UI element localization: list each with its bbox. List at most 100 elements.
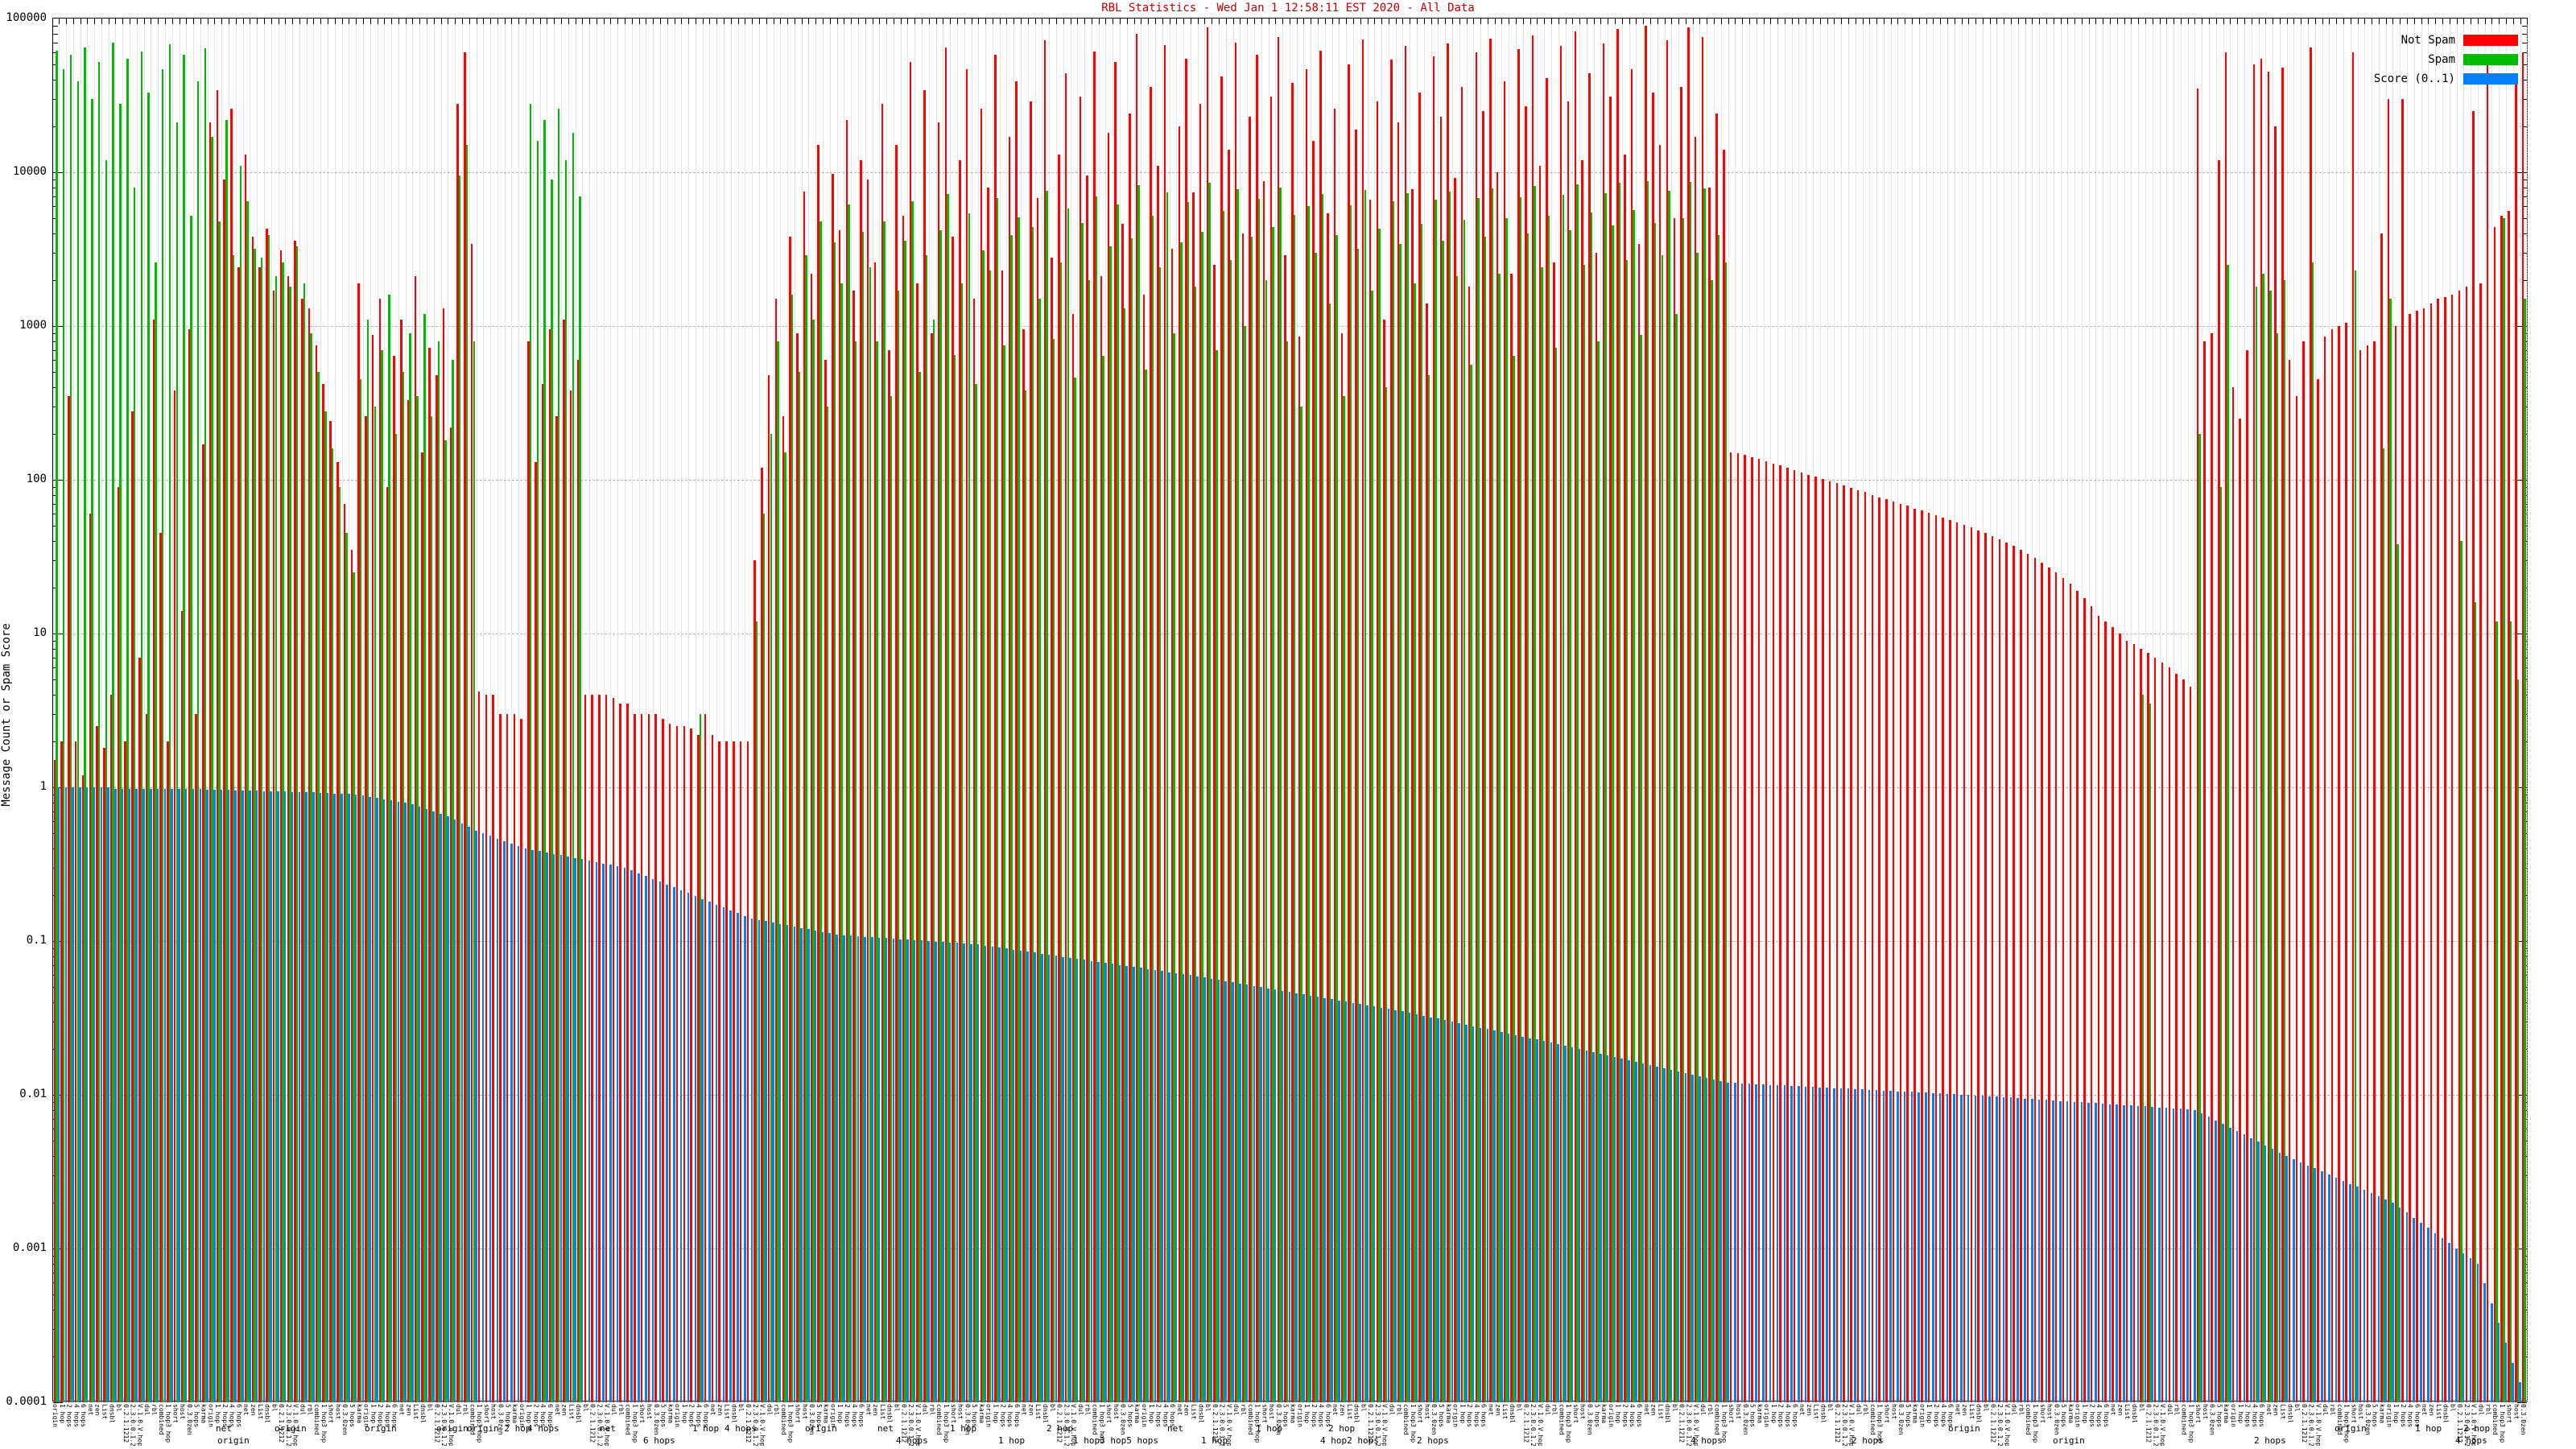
x-tick-label: 0.2.1.1212 (1989, 1404, 1997, 1443)
x-tick-label: 4 hops (1629, 1404, 1637, 1427)
bar-score (163, 789, 167, 1402)
top-tick (2032, 19, 2033, 24)
bar-score (2413, 1217, 2415, 1402)
top-tick (1324, 19, 1326, 24)
x-tick-label: short (2038, 1404, 2046, 1424)
bar-score (630, 870, 633, 1402)
top-tick (752, 19, 753, 24)
bar-score (2144, 1106, 2147, 1402)
x-tick-label: bl (1204, 1404, 1212, 1412)
bar-score (800, 927, 803, 1402)
top-tick (1225, 19, 1227, 24)
x-tick-label: 5 hops (1904, 1404, 1912, 1427)
x-tick-label: 0.3.0zen (1430, 1404, 1439, 1435)
bar-not-spam (640, 713, 643, 1402)
bar-score (440, 814, 442, 1402)
bar-score (2031, 1099, 2033, 1402)
x-tick-label: 1 hop (2081, 1404, 2089, 1424)
bar-score (305, 792, 308, 1402)
group-gridline (2477, 19, 2479, 1401)
bar-not-spam (1822, 479, 1824, 1402)
x-tick-label: bl (1360, 1404, 1368, 1412)
x-tick-label: combined (1713, 1404, 1721, 1435)
bar-score (1542, 1041, 1546, 1402)
top-tick (1438, 19, 1439, 24)
bar-score (737, 913, 739, 1402)
bar-not-spam (2437, 299, 2439, 1402)
top-tick (1544, 19, 1546, 24)
top-tick (1253, 19, 1255, 24)
top-tick (2180, 19, 2182, 24)
bar-not-spam (2465, 287, 2468, 1402)
x-tick-label: zen (1183, 1404, 1191, 1416)
top-tick (928, 19, 930, 24)
bar-score (1818, 1087, 1821, 1402)
bar-score (2299, 1162, 2302, 1402)
bar-score (1295, 993, 1298, 1402)
bar-score (2250, 1137, 2252, 1402)
bar-score (1217, 980, 1220, 1402)
bar-score (1996, 1096, 1998, 1402)
bar-score (849, 935, 852, 1402)
bar-score (291, 791, 294, 1402)
x-tick-label: rbl (1550, 1404, 1558, 1416)
x-tick-label: zen (716, 1404, 724, 1416)
x-tick-label: net (865, 1404, 873, 1416)
bar-score (1493, 1030, 1496, 1402)
bar-score (397, 801, 399, 1402)
x-tick-label: zen (250, 1404, 257, 1416)
x-label-fragment: origin (365, 1423, 397, 1434)
bar-not-spam (1906, 505, 1909, 1402)
bar-score (100, 787, 102, 1402)
top-tick (2244, 19, 2245, 24)
x-label-fragment: origin (1948, 1423, 1980, 1434)
bar-not-spam (2288, 360, 2291, 1402)
bar-score (1762, 1084, 1765, 1402)
group-gridline (2400, 19, 2401, 1401)
bar-score (432, 811, 435, 1402)
bar-score (2334, 1177, 2338, 1402)
top-tick (2046, 19, 2047, 24)
top-tick (1862, 19, 1864, 24)
x-tick-label: combined (2180, 1404, 2188, 1435)
top-tick (2413, 19, 2415, 24)
x-tick-label: rbl (2484, 1404, 2492, 1416)
x-tick-label: origin (1451, 1404, 1459, 1427)
y-tick-label: 0.1 (26, 934, 47, 947)
bar-not-spam (2132, 644, 2136, 1402)
x-tick-label: 4 hops (1317, 1404, 1325, 1427)
bar-not-spam (1871, 494, 1874, 1402)
x-tick-label: zen (1494, 1404, 1502, 1416)
top-tick (2293, 19, 2295, 24)
x-tick-label: 1 hop (1769, 1404, 1777, 1424)
bar-score (1097, 961, 1100, 1402)
x-tick-label: 2 hops (1933, 1404, 1940, 1427)
bar-score (1670, 1069, 1673, 1402)
top-tick (539, 19, 541, 24)
top-tick (709, 19, 711, 24)
x-tick-label: origin (52, 1404, 59, 1427)
x-label-fragment: origin (805, 1423, 837, 1434)
x-tick-label: 6 hops (1480, 1404, 1488, 1427)
x-tick-label: zen (1805, 1404, 1813, 1416)
x-tick-label: 4 hops (1006, 1404, 1014, 1427)
top-tick (865, 19, 866, 24)
y-tick-left (53, 480, 63, 481)
bar-score (418, 806, 421, 1402)
bar-not-spam (1885, 498, 1888, 1402)
bar-score (2059, 1100, 2062, 1402)
x-tick-label: host (956, 1404, 964, 1420)
bar-score (956, 943, 959, 1402)
x-label-fragment: 4 hops (896, 1435, 928, 1446)
x-tick-label: dul (766, 1404, 774, 1416)
bar-score (899, 939, 902, 1402)
bar-score (1798, 1086, 1800, 1402)
x-tick-label: zen (560, 1404, 568, 1416)
x-tick-label: origin (1607, 1404, 1615, 1427)
bar-score (404, 803, 407, 1402)
bar-score (744, 915, 746, 1402)
top-tick (2039, 19, 2041, 24)
top-tick (80, 19, 81, 24)
top-tick (950, 19, 952, 24)
x-tick-label: net (709, 1404, 717, 1416)
